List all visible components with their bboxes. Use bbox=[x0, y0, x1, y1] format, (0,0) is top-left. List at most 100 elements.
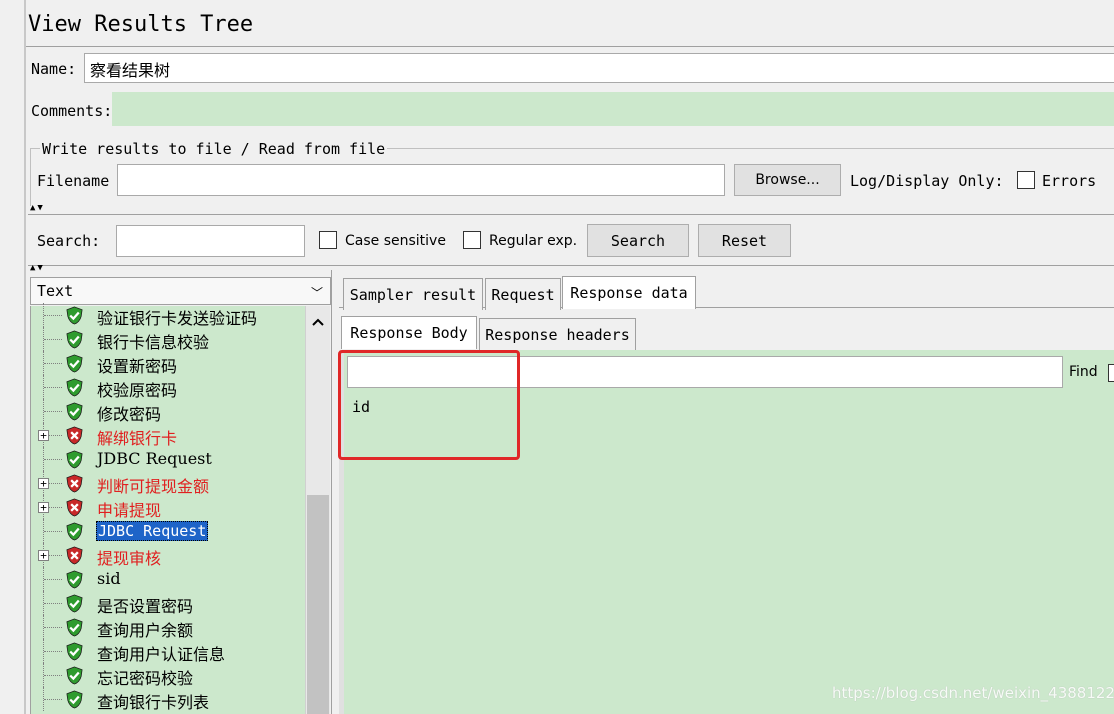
tree-item-label: 是否设置密码 bbox=[97, 597, 194, 616]
tree-item[interactable]: + 提现审核 bbox=[30, 543, 305, 568]
tree-connector bbox=[44, 363, 62, 365]
tree-item[interactable]: + 申请提现 bbox=[30, 495, 305, 520]
chevron-down-icon[interactable]: ﹀ bbox=[311, 284, 323, 301]
tree-item[interactable]: JDBC Request bbox=[30, 519, 305, 543]
tree-connector bbox=[44, 315, 62, 317]
tree-item-label: 查询用户余额 bbox=[97, 621, 194, 640]
tree-connector bbox=[44, 579, 62, 581]
expand-icon[interactable]: + bbox=[38, 502, 49, 513]
renderer-select[interactable] bbox=[30, 277, 331, 305]
success-shield-icon bbox=[66, 594, 83, 613]
reset-button[interactable]: Reset bbox=[698, 224, 791, 257]
success-shield-icon bbox=[66, 522, 83, 541]
success-shield-icon bbox=[66, 354, 83, 373]
tree-item-label: 提现审核 bbox=[97, 549, 162, 568]
tab-sampler-result[interactable]: Sampler result bbox=[343, 278, 483, 310]
tree-item[interactable]: 查询用户余额 bbox=[30, 615, 305, 640]
tree-item-label: 银行卡信息校验 bbox=[97, 333, 210, 352]
find-checkbox[interactable] bbox=[1108, 364, 1114, 382]
tree-item-label: 校验原密码 bbox=[97, 381, 178, 400]
tree-item[interactable]: + 解绑银行卡 bbox=[30, 423, 305, 448]
case-sensitive-checkbox[interactable] bbox=[319, 231, 337, 249]
scroll-up-icon[interactable] bbox=[305, 306, 330, 338]
file-group-label: Write results to file / Read from file bbox=[40, 140, 388, 158]
browse-button[interactable]: Browse... bbox=[734, 164, 841, 196]
tree-connector bbox=[44, 387, 62, 389]
expand-icon[interactable]: + bbox=[38, 550, 49, 561]
tree-item-label: 查询用户认证信息 bbox=[97, 645, 226, 664]
tree-item-label: 解绑银行卡 bbox=[97, 429, 178, 448]
tree-item[interactable]: sid bbox=[30, 567, 305, 591]
comments-label: Comments: bbox=[31, 102, 113, 120]
tree-item[interactable]: 验证银行卡发送验证码 bbox=[30, 303, 305, 328]
split-arrows-icon[interactable]: ▲▼ bbox=[30, 263, 45, 273]
tab-response-data[interactable]: Response data bbox=[562, 276, 696, 309]
expand-icon[interactable]: + bbox=[38, 478, 49, 489]
title-divider bbox=[26, 46, 1114, 47]
search-label: Search: bbox=[37, 232, 101, 250]
tree-item[interactable]: 银行卡信息校验 bbox=[30, 327, 305, 352]
tab-response-body[interactable]: Response Body bbox=[341, 316, 477, 349]
tree-item-label: JDBC Request bbox=[96, 521, 209, 541]
tree-item-label: sid bbox=[97, 569, 121, 588]
tree-item-label: 设置新密码 bbox=[97, 357, 178, 376]
success-shield-icon bbox=[66, 306, 83, 325]
errors-checkbox[interactable] bbox=[1017, 171, 1035, 189]
success-shield-icon bbox=[66, 618, 83, 637]
tree-connector bbox=[44, 603, 62, 605]
tree-item[interactable]: 忘记密码校验 bbox=[30, 663, 305, 688]
tab-request[interactable]: Request bbox=[485, 278, 561, 310]
failure-shield-icon bbox=[66, 498, 83, 517]
tree-item[interactable]: JDBC Request bbox=[30, 447, 305, 471]
success-shield-icon bbox=[66, 690, 83, 709]
find-label: Find bbox=[1069, 364, 1098, 380]
search-button[interactable]: Search bbox=[587, 224, 689, 257]
tree-item[interactable]: 修改密码 bbox=[30, 399, 305, 424]
name-label: Name: bbox=[31, 60, 77, 78]
success-shield-icon bbox=[66, 450, 83, 469]
tree-connector bbox=[44, 339, 62, 341]
failure-shield-icon bbox=[66, 474, 83, 493]
tree-item[interactable]: 设置新密码 bbox=[30, 351, 305, 376]
highlight-box bbox=[338, 350, 520, 460]
expand-icon[interactable]: + bbox=[38, 430, 49, 441]
panel-title: View Results Tree bbox=[28, 12, 254, 37]
failure-shield-icon bbox=[66, 426, 83, 445]
split-arrows-icon[interactable]: ▲▼ bbox=[30, 203, 45, 213]
success-shield-icon bbox=[66, 642, 83, 661]
tree-item[interactable]: 查询用户认证信息 bbox=[30, 639, 305, 664]
tree-item-label: 申请提现 bbox=[97, 501, 162, 520]
success-shield-icon bbox=[66, 330, 83, 349]
tree-connector bbox=[44, 459, 62, 461]
tree-item[interactable]: 校验原密码 bbox=[30, 375, 305, 400]
tree-item-label: 查询银行卡列表 bbox=[97, 693, 210, 712]
case-sensitive-label: Case sensitive bbox=[345, 233, 446, 249]
success-shield-icon bbox=[66, 378, 83, 397]
scrollbar-thumb[interactable] bbox=[307, 495, 329, 714]
tree-item[interactable]: 查询银行卡列表 bbox=[30, 687, 305, 712]
success-shield-icon bbox=[66, 666, 83, 685]
tree-connector bbox=[44, 675, 62, 677]
tree-connector bbox=[44, 411, 62, 413]
regex-checkbox[interactable] bbox=[463, 231, 481, 249]
comments-field[interactable] bbox=[112, 92, 1114, 126]
tree-item[interactable]: 是否设置密码 bbox=[30, 591, 305, 616]
search-input[interactable] bbox=[116, 225, 305, 257]
success-shield-icon bbox=[66, 570, 83, 589]
regex-label: Regular exp. bbox=[489, 233, 578, 249]
name-field[interactable]: 察看结果树 bbox=[84, 53, 1114, 83]
watermark: https://blog.csdn.net/weixin_43881220 bbox=[832, 684, 1114, 702]
tree-item-label: 修改密码 bbox=[97, 405, 162, 424]
tree-item-label: JDBC Request bbox=[97, 449, 212, 468]
filename-input[interactable] bbox=[117, 164, 725, 196]
filename-label: Filename bbox=[37, 172, 110, 190]
split-divider[interactable] bbox=[331, 270, 337, 714]
tree-item-label: 判断可提现金额 bbox=[97, 477, 210, 496]
tree-connector bbox=[44, 531, 62, 533]
log-display-label: Log/Display Only: bbox=[850, 172, 1004, 190]
tree-connector bbox=[44, 699, 62, 701]
tree-item[interactable]: + 判断可提现金额 bbox=[30, 471, 305, 496]
tab-response-headers[interactable]: Response headers bbox=[479, 318, 636, 350]
success-shield-icon bbox=[66, 402, 83, 421]
tree-item-label: 忘记密码校验 bbox=[97, 669, 194, 688]
